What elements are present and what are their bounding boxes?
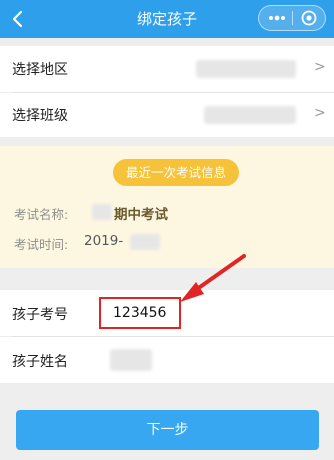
- select-region-row[interactable]: 选择地区 >: [0, 46, 334, 92]
- class-value-redacted: [204, 106, 296, 124]
- recent-exam-badge: 最近一次考试信息: [113, 159, 239, 186]
- exam-time-redacted: [130, 234, 160, 250]
- child-name-row: 孩子姓名: [0, 337, 334, 383]
- child-number-value: 123456: [113, 305, 167, 321]
- nav-bar: 绑定孩子: [0, 0, 334, 38]
- child-name-label: 孩子姓名: [12, 354, 68, 370]
- pointer-arrow: [178, 252, 248, 308]
- target-close-icon[interactable]: [298, 8, 320, 28]
- exam-name-redacted: [92, 204, 112, 220]
- exam-time-value: 2019-: [84, 233, 124, 249]
- chevron-right-icon: >: [314, 105, 326, 121]
- exam-name-value: 期中考试: [114, 207, 168, 223]
- child-name-redacted: [110, 349, 152, 371]
- child-number-label: 孩子考号: [12, 307, 68, 323]
- next-step-button[interactable]: 下一步: [16, 410, 319, 450]
- chevron-right-icon: >: [314, 59, 326, 75]
- exam-info-panel: 最近一次考试信息 考试名称: 期中考试 考试时间: 2019-: [0, 146, 334, 268]
- mini-program-capsule: [258, 5, 326, 31]
- more-dots-icon[interactable]: [265, 8, 289, 28]
- child-number-field[interactable]: 123456: [99, 297, 181, 329]
- exam-name-label: 考试名称:: [14, 207, 69, 222]
- capsule-divider: [292, 11, 293, 25]
- select-class-row[interactable]: 选择班级 >: [0, 93, 334, 137]
- select-region-label: 选择地区: [12, 62, 68, 78]
- exam-time-label: 考试时间:: [14, 237, 69, 252]
- select-class-label: 选择班级: [12, 108, 68, 124]
- region-value-redacted: [196, 60, 296, 78]
